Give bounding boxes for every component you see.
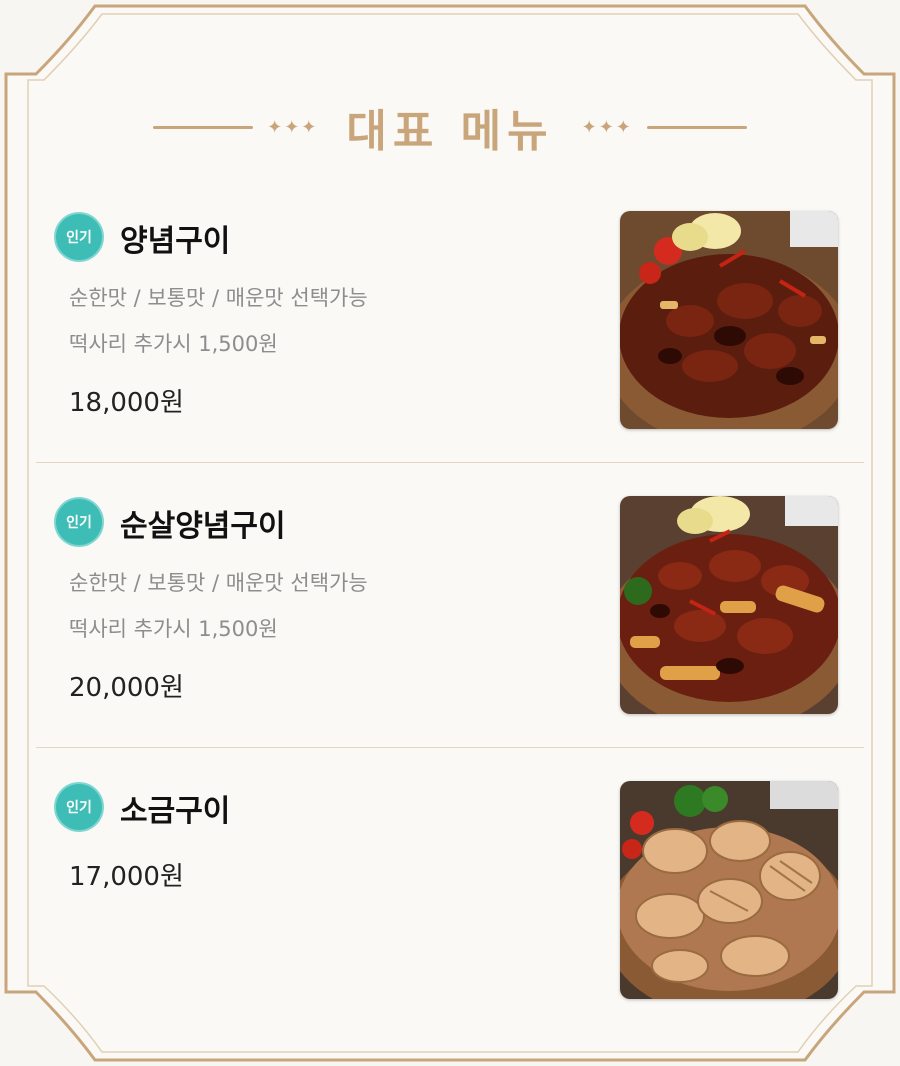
heading-line-right xyxy=(646,125,747,129)
menu-item-desc: 순한맛 / 보통맛 / 매운맛 선택가능 xyxy=(69,286,368,310)
popular-badge: 인기 xyxy=(56,499,102,545)
spicy-chicken-dish-photo xyxy=(620,211,838,429)
menu-item-price: 20,000원 xyxy=(69,673,184,703)
menu-item-desc-extra: 떡사리 추가시 1,500원 xyxy=(69,332,278,356)
menu-item-desc-extra: 떡사리 추가시 1,500원 xyxy=(69,617,278,641)
menu-item-name: 양념구이 xyxy=(120,224,231,259)
heading-line-left xyxy=(153,125,254,129)
menu-item-salt-grilled[interactable]: 인기 소금구이 17,000원 xyxy=(36,748,864,1018)
popular-badge: 인기 xyxy=(56,784,102,830)
salt-grilled-chicken-photo xyxy=(620,781,838,999)
popular-badge: 인기 xyxy=(56,214,102,260)
ornament-left: ✦✦✦ xyxy=(267,116,319,138)
menu-item-yangnyeom[interactable]: 인기 양념구이 순한맛 / 보통맛 / 매운맛 선택가능 떡사리 추가시 1,5… xyxy=(36,178,864,463)
menu-item-name: 소금구이 xyxy=(120,794,231,829)
boneless-spicy-chicken-photo xyxy=(620,496,838,714)
section-heading: ✦✦✦ 대표 메뉴 ✦✦✦ xyxy=(0,92,900,162)
menu-item-price: 18,000원 xyxy=(69,388,184,418)
menu-item-desc: 순한맛 / 보통맛 / 매운맛 선택가능 xyxy=(69,571,368,595)
menu-item-price: 17,000원 xyxy=(69,862,184,892)
menu-item-name: 순살양념구이 xyxy=(120,509,286,544)
page-title: 대표 메뉴 xyxy=(346,106,554,157)
ornament-right: ✦✦✦ xyxy=(581,116,633,138)
menu-item-boneless-yangnyeom[interactable]: 인기 순살양념구이 순한맛 / 보통맛 / 매운맛 선택가능 떡사리 추가시 1… xyxy=(36,463,864,748)
